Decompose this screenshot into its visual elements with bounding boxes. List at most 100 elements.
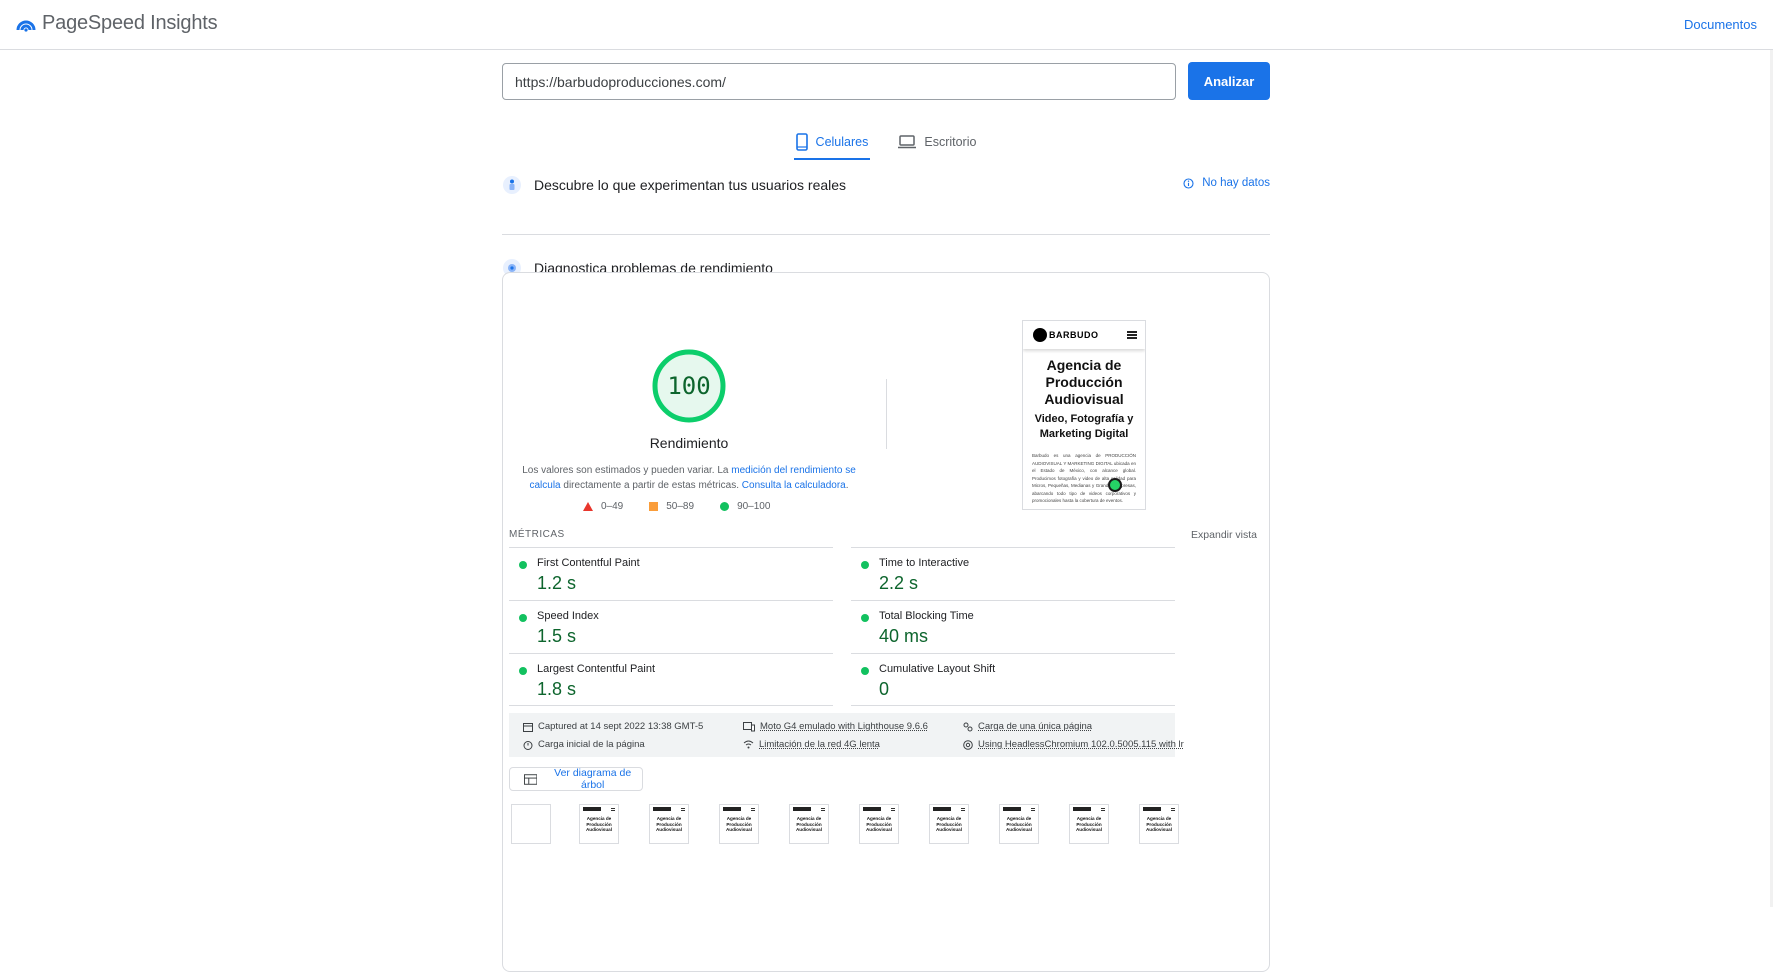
filmstrip-frame[interactable]: Agencia de Producción Audiovisual <box>719 804 759 844</box>
metric-name: Largest Contentful Paint <box>537 663 656 675</box>
metric-name: Time to Interactive <box>879 557 970 569</box>
metric-cls: Cumulative Layout Shift 0 <box>851 653 1175 706</box>
info-device[interactable]: Moto G4 emulado with Lighthouse 9.6.6 <box>743 721 928 732</box>
legend-fail: 0–49 <box>583 501 623 512</box>
filmstrip-frame-text: Agencia de Producción Audiovisual <box>1145 816 1173 832</box>
filmstrip-frame-text: Agencia de Producción Audiovisual <box>935 816 963 832</box>
url-input[interactable] <box>502 63 1176 100</box>
legend-average: 50–89 <box>649 501 694 512</box>
info-browser[interactable]: Using HeadlessChromium 102.0.5005.115 wi… <box>963 739 1184 750</box>
analyze-button[interactable]: Analizar <box>1188 62 1270 100</box>
preview-body: Barbudo es una agencia de PRODUCCIÓN AUD… <box>1032 453 1136 503</box>
performance-score: 100 <box>667 372 711 400</box>
final-screenshot[interactable]: BARBUDO Agencia de Producción Audiovisua… <box>1022 320 1146 510</box>
users-icon <box>503 176 521 194</box>
filmstrip-frame-text: Agencia de Producción Audiovisual <box>795 816 823 832</box>
legend-average-label: 50–89 <box>666 501 695 512</box>
info-captured-text: Captured at 14 sept 2022 13:38 GMT-5 <box>538 721 704 732</box>
pass-circle-icon <box>519 614 527 622</box>
timer-icon <box>523 740 533 750</box>
square-icon <box>649 502 659 511</box>
info-initial-load: Carga inicial de la página <box>523 739 645 750</box>
preview-header: BARBUDO <box>1023 321 1145 349</box>
info-load-type-text: Carga de una única página <box>978 721 1093 732</box>
metric-value: 0 <box>879 679 890 699</box>
triangle-icon <box>583 502 593 511</box>
vertical-separator <box>886 379 887 449</box>
tab-mobile-label: Celulares <box>815 135 869 149</box>
filmstrip-frame[interactable]: Agencia de Producción Audiovisual <box>579 804 619 844</box>
smartphone-icon <box>795 133 808 151</box>
metric-name: Cumulative Layout Shift <box>879 663 996 675</box>
metric-value: 1.2 s <box>537 573 577 593</box>
tab-desktop[interactable]: Escritorio <box>896 124 978 160</box>
legend-pass: 90–100 <box>720 501 770 512</box>
calendar-icon <box>523 722 533 732</box>
metric-value: 1.5 s <box>537 626 577 646</box>
filmstrip-frame-text: Agencia de Producción Audiovisual <box>725 816 753 832</box>
field-data-title: Descubre lo que experimentan tus usuario… <box>534 177 847 193</box>
metric-si: Speed Index 1.5 s <box>509 600 833 653</box>
menu-icon <box>1127 331 1137 339</box>
filmstrip-frame[interactable]: Agencia de Producción Audiovisual <box>649 804 689 844</box>
score-description: Los valores son estimados y pueden varia… <box>521 463 857 493</box>
info-icon <box>1183 177 1194 189</box>
preview-subheading: Video, Fotografía y Marketing Digital <box>1034 413 1134 440</box>
no-data-label: No hay datos <box>1202 177 1270 189</box>
score-desc-text-3: . <box>845 480 849 491</box>
pass-circle-icon <box>861 614 869 622</box>
tab-mobile[interactable]: Celulares <box>793 124 871 160</box>
filmstrip: Agencia de Producción Audiovisual Agenci… <box>511 804 1271 844</box>
info-captured: Captured at 14 sept 2022 13:38 GMT-5 <box>523 721 703 732</box>
filmstrip-frame[interactable]: Agencia de Producción Audiovisual <box>1069 804 1109 844</box>
filmstrip-frame[interactable]: Agencia de Producción Audiovisual <box>859 804 899 844</box>
filmstrip-frame-text: Agencia de Producción Audiovisual <box>865 816 893 832</box>
pass-circle-icon <box>861 667 869 675</box>
field-data-section: Descubre lo que experimentan tus usuario… <box>502 165 1270 205</box>
app-logo[interactable]: PageSpeed Insights <box>16 12 218 35</box>
pass-circle-icon <box>519 561 527 569</box>
chrome-icon <box>963 739 973 750</box>
preview-brand-text: BARBUDO <box>1049 330 1099 340</box>
filmstrip-frame[interactable] <box>511 804 551 844</box>
section-divider <box>502 234 1270 235</box>
metric-name: First Contentful Paint <box>537 557 640 569</box>
filmstrip-frame[interactable]: Agencia de Producción Audiovisual <box>789 804 829 844</box>
filmstrip-frame[interactable]: Agencia de Producción Audiovisual <box>929 804 969 844</box>
filmstrip-frame[interactable]: Agencia de Producción Audiovisual <box>1139 804 1179 844</box>
metric-value: 2.2 s <box>879 573 919 593</box>
tab-desktop-label: Escritorio <box>924 135 977 149</box>
preview-heading: Agencia de Producción Audiovisual <box>1044 357 1124 407</box>
no-data-link[interactable]: No hay datos <box>1183 177 1270 189</box>
filmstrip-frame[interactable]: Agencia de Producción Audiovisual <box>999 804 1039 844</box>
treemap-button-label: Ver diagrama de árbol <box>554 767 632 791</box>
session-icon <box>963 722 973 731</box>
docs-link[interactable]: Documentos <box>1684 17 1757 32</box>
treemap-icon <box>524 773 538 785</box>
metric-tti: Time to Interactive 2.2 s <box>851 547 1175 600</box>
top-bar: PageSpeed Insights Documentos <box>0 0 1773 50</box>
info-load-type[interactable]: Carga de una única página <box>963 721 1092 732</box>
laptop-icon <box>898 135 917 149</box>
score-desc-text-1: Los valores son estimados y pueden varia… <box>522 465 732 476</box>
filmstrip-frame-text: Agencia de Producción Audiovisual <box>1075 816 1103 832</box>
pass-circle-icon <box>519 667 527 675</box>
info-initial-load-text: Carga inicial de la página <box>538 739 645 750</box>
devices-icon <box>743 721 755 731</box>
pass-circle-icon <box>861 561 869 569</box>
metric-value: 1.8 s <box>537 679 577 699</box>
report-card: 100 Rendimiento Los valores son estimado… <box>502 272 1270 972</box>
metrics-header: MÉTRICAS <box>509 529 565 540</box>
score-legend: 0–49 50–89 90–100 <box>583 501 770 512</box>
legend-fail-label: 0–49 <box>601 501 624 512</box>
treemap-button[interactable]: Ver diagrama de árbol <box>509 767 643 791</box>
metric-tbt: Total Blocking Time 40 ms <box>851 600 1175 653</box>
filmstrip-frame-text: Agencia de Producción Audiovisual <box>1005 816 1033 832</box>
calculator-link[interactable]: Consulta la calculadora <box>742 480 846 491</box>
performance-gauge[interactable]: 100 <box>649 346 729 426</box>
metric-lcp: Largest Contentful Paint 1.8 s <box>509 653 833 706</box>
run-info-box: Captured at 14 sept 2022 13:38 GMT-5 Mot… <box>509 713 1184 757</box>
expand-view-toggle[interactable]: Expandir vista <box>1191 529 1257 541</box>
preview-brand: BARBUDO <box>1033 328 1099 342</box>
info-network[interactable]: Limitación de la red 4G lenta <box>743 739 880 750</box>
